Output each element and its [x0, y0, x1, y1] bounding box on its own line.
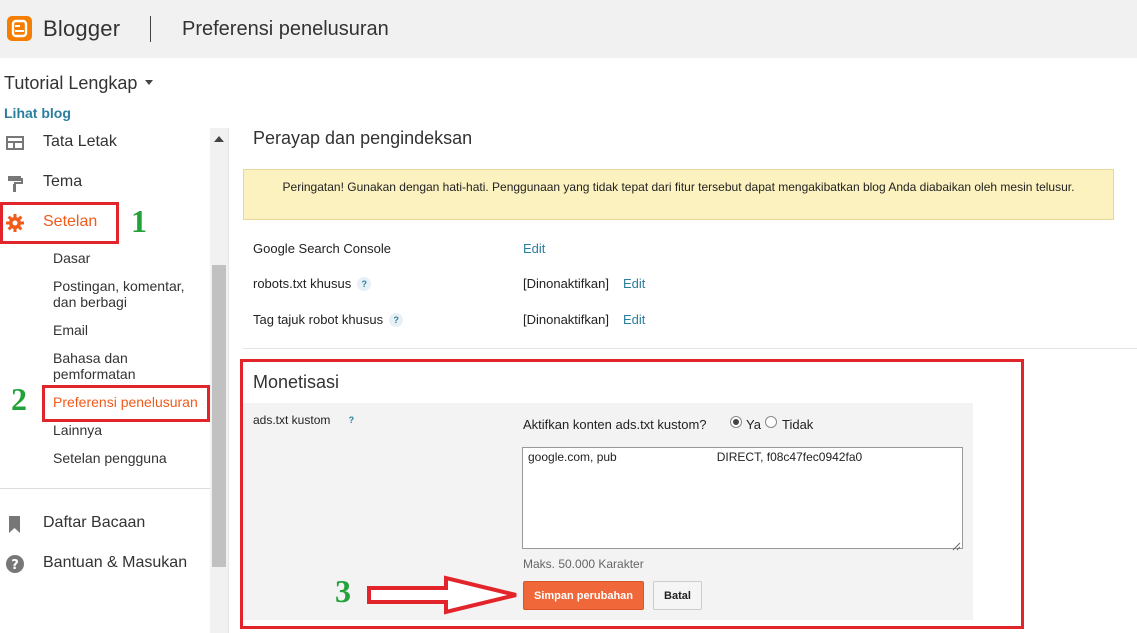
robot-header-row: Tag tajuk robot khusus?	[253, 312, 404, 327]
brand-name[interactable]: Blogger	[43, 16, 120, 42]
view-blog-link[interactable]: Lihat blog	[4, 105, 71, 121]
blog-selector[interactable]: Tutorial Lengkap	[4, 73, 137, 94]
sidebar-item-reading-list[interactable]: Daftar Bacaan	[0, 509, 210, 539]
sidebar-subitem-basic[interactable]: Dasar	[53, 250, 203, 266]
sidebar-item-layout[interactable]: Tata Letak	[0, 128, 210, 158]
scrollbar-thumb[interactable]	[212, 265, 226, 567]
robots-txt-edit-wrap[interactable]: Edit	[623, 276, 645, 291]
annotation-box-search-preferences	[42, 385, 210, 422]
chevron-down-icon[interactable]	[145, 80, 153, 85]
search-console-edit-link[interactable]: Edit	[523, 241, 545, 256]
sidebar-subitem-user-settings[interactable]: Setelan pengguna	[53, 450, 203, 466]
annotation-box-settings	[0, 202, 119, 244]
content-separator	[228, 128, 229, 633]
paint-roller-icon	[5, 173, 25, 193]
robots-txt-label: robots.txt khusus	[253, 276, 352, 291]
sidebar-item-help[interactable]: ? Bantuan & Masukan	[0, 549, 210, 579]
blogger-settings-app: Blogger Preferensi penelusuran Tutorial …	[0, 0, 1137, 633]
sidebar-item-theme[interactable]: Tema	[0, 168, 210, 198]
sidebar-item-label: Daftar Bacaan	[43, 514, 146, 531]
sidebar-item-label: Bantuan & Masukan	[43, 554, 188, 571]
section-divider	[243, 348, 1137, 349]
top-bar: Blogger Preferensi penelusuran	[0, 0, 1137, 58]
header-divider	[150, 16, 151, 42]
sidebar-divider	[0, 488, 210, 489]
robots-txt-row: robots.txt khusus?	[253, 276, 372, 291]
warning-text: Peringatan! Gunakan dengan hati-hati. Pe…	[282, 180, 1075, 194]
annotation-arrow-icon	[366, 575, 520, 620]
sidebar-item-label: Tema	[43, 173, 83, 190]
page-title: Preferensi penelusuran	[182, 18, 389, 40]
sidebar-subitem-other[interactable]: Lainnya	[53, 422, 203, 438]
svg-text:?: ?	[11, 558, 19, 573]
annotation-number-2: 2	[11, 381, 27, 417]
annotation-number-1: 1	[131, 203, 147, 239]
sidebar-subitem-email[interactable]: Email	[53, 322, 203, 338]
edit-link[interactable]: Edit	[623, 312, 645, 327]
annotation-box-monetization	[240, 359, 1024, 629]
help-circle-icon: ?	[5, 554, 25, 574]
robot-header-label: Tag tajuk robot khusus	[253, 312, 384, 327]
sidebar-item-label: Tata Letak	[43, 133, 117, 150]
edit-link[interactable]: Edit	[623, 276, 645, 291]
crawl-section-title: Perayap dan pengindeksan	[253, 128, 473, 148]
search-console-label: Google Search Console	[253, 241, 392, 256]
robots-txt-value: [Dinonaktifkan]	[523, 276, 609, 291]
help-icon[interactable]: ?	[357, 277, 372, 291]
sidebar-subitem-posts[interactable]: Postingan, komentar, dan berbagi	[53, 278, 203, 310]
robot-header-edit-wrap[interactable]: Edit	[623, 312, 645, 327]
annotation-number-3: 3	[335, 573, 351, 609]
blogger-logo-icon[interactable]	[7, 16, 32, 41]
edit-link[interactable]: Edit	[523, 241, 545, 256]
layout-icon	[5, 133, 25, 153]
sidebar-subitem-language[interactable]: Bahasa dan pemformatan	[53, 350, 203, 382]
help-icon[interactable]: ?	[389, 313, 404, 327]
bookmark-icon	[5, 514, 25, 534]
robot-header-value: [Dinonaktifkan]	[523, 312, 609, 327]
warning-banner: Peringatan! Gunakan dengan hati-hati. Pe…	[243, 169, 1114, 220]
scroll-up-arrow-icon[interactable]	[214, 136, 224, 142]
